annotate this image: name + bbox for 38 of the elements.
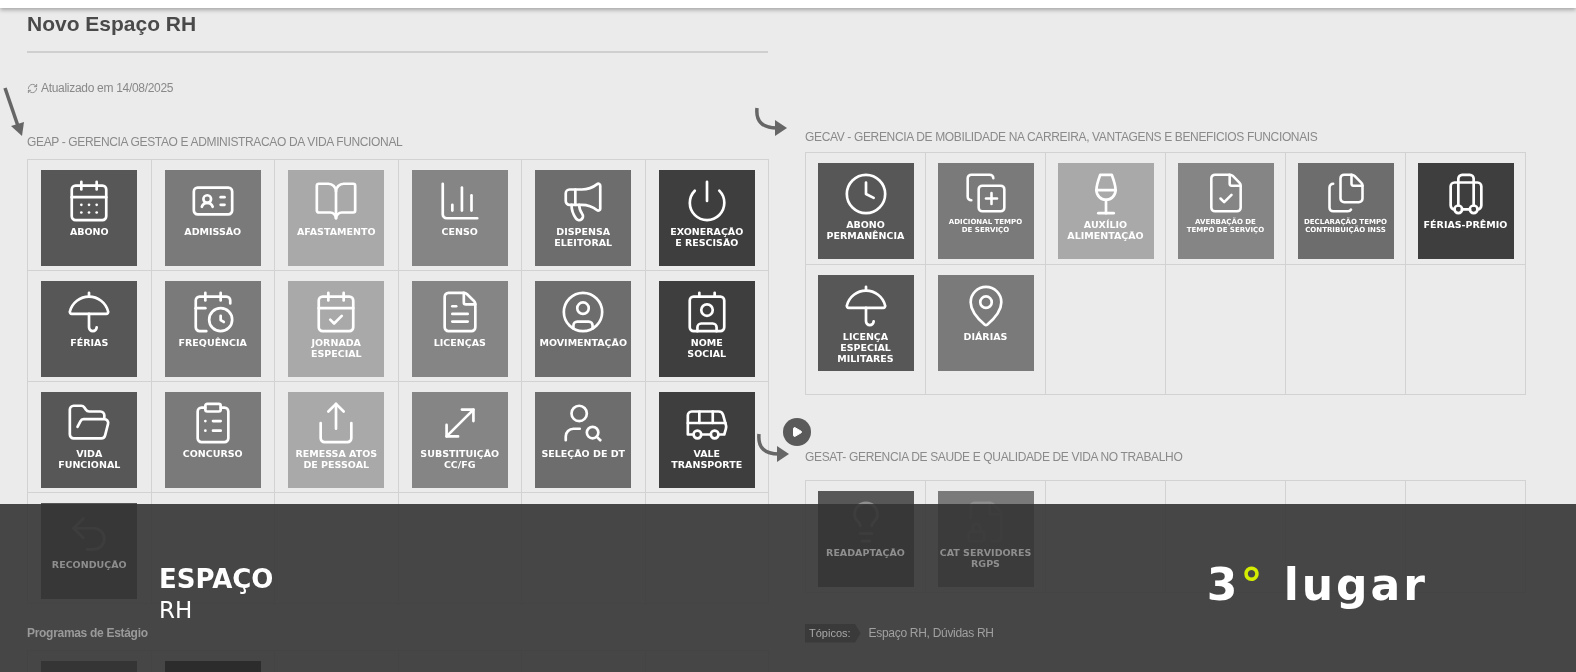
service-tile[interactable]: FREQUÊNCIA bbox=[164, 281, 261, 377]
service-tile[interactable]: ABONO PERMANÊNCIA bbox=[817, 163, 914, 259]
service-tile[interactable]: JORNADA ESPECIAL bbox=[288, 281, 385, 377]
service-tile[interactable]: DISPENSA ELEITORAL bbox=[535, 170, 632, 266]
copy-plus-icon bbox=[963, 171, 1008, 215]
play-icon bbox=[791, 426, 803, 438]
service-tile[interactable]: CENSO bbox=[411, 170, 508, 266]
service-tile[interactable]: AFASTAMENTO bbox=[288, 170, 385, 266]
service-tile[interactable]: LICENÇA ESPECIAL MILITARES bbox=[817, 275, 914, 371]
refresh-icon bbox=[27, 82, 38, 94]
service-tile[interactable]: AUXÍLIO ALIMENTAÇÃO bbox=[1057, 163, 1154, 259]
service-tile[interactable]: VALE TRANSPORTE bbox=[658, 392, 755, 488]
service-tile[interactable]: NOME SOCIAL bbox=[658, 281, 755, 377]
service-tile[interactable]: EXONERAÇÃO E RESCISÃO bbox=[658, 170, 755, 266]
service-tile[interactable]: REMESSA ATOS DE PESSOAL bbox=[288, 392, 385, 488]
service-tile[interactable]: FÉRIAS bbox=[41, 281, 138, 377]
section-heading: GEAP - GERENCIA GESTAO E ADMINISTRACAO DA VIDA FUNCIONAL bbox=[27, 134, 404, 151]
service-tile[interactable]: SUBSTITUIÇÃO CC/FG bbox=[411, 392, 508, 488]
service-tile[interactable]: FÉRIAS-PRÊMIO bbox=[1417, 163, 1514, 259]
play-button[interactable] bbox=[783, 418, 811, 446]
topics-tag: Tópicos: bbox=[805, 624, 861, 643]
service-tile[interactable]: SELEÇÃO DE DT bbox=[535, 392, 632, 488]
overlay-subtitle: RH bbox=[159, 596, 194, 625]
section-heading: GESAT- GERENCIA DE SAUDE E QUALIDADE DE VIDA NO TRABALHO bbox=[805, 449, 1184, 466]
service-tile[interactable]: CONCURSO bbox=[164, 392, 261, 488]
overlay-title: ESPAÇO bbox=[159, 563, 274, 595]
service-tile[interactable]: LICENÇAS bbox=[411, 281, 508, 377]
page-title: Novo Espaço RH bbox=[27, 11, 198, 37]
section-heading: GECAV - GERENCIA DE MOBILIDADE NA CARREIRA, VANTAGENS E BENEFICIOS FUNCIONAIS bbox=[805, 129, 1319, 146]
service-tile[interactable]: VIDA FUNCIONAL bbox=[41, 392, 138, 488]
rank-title: 3° lugar bbox=[1206, 558, 1428, 612]
section-heading: Programas de Estágio bbox=[27, 625, 149, 642]
updated-date: Atualizado em 14/08/2025 bbox=[41, 80, 174, 97]
service-tile[interactable]: ABONO bbox=[41, 170, 138, 266]
service-tile[interactable]: MOVIMENTAÇÃO bbox=[535, 281, 632, 377]
service-tile[interactable]: ADMISSÃO bbox=[164, 170, 261, 266]
service-tile[interactable]: DIÁRIAS bbox=[937, 275, 1034, 371]
topic-links[interactable]: Espaço RH, Dúvidas RH bbox=[868, 624, 994, 643]
